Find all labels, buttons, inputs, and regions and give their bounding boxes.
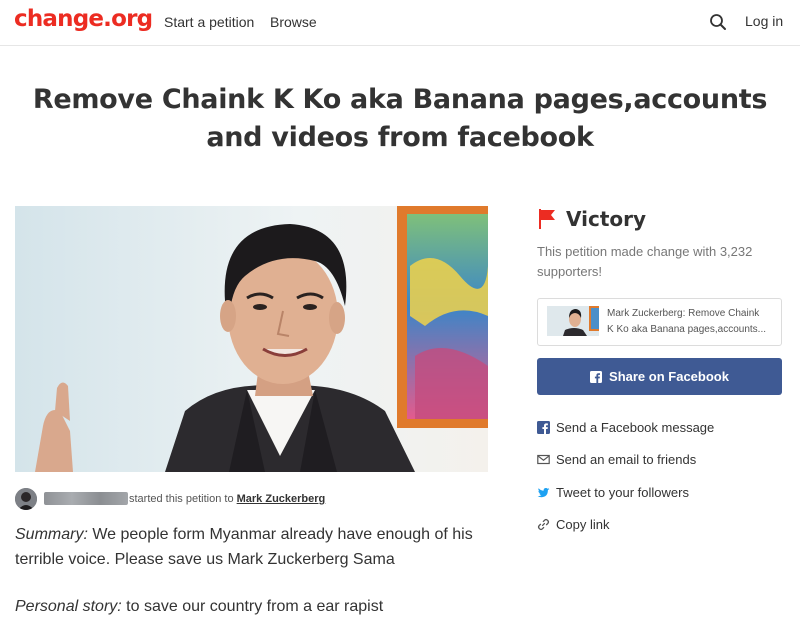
petition-preview-line2: K Ko aka Banana pages,accounts... — [607, 324, 766, 335]
twitter-icon — [537, 488, 550, 498]
top-header: change.org Start a petition Browse Log i… — [0, 0, 800, 46]
copy-link[interactable]: Copy link — [537, 517, 609, 532]
author-line-text: started this petition to — [129, 493, 234, 505]
petition-preview-text: Mark Zuckerberg: Remove Chaink K Ko aka … — [607, 306, 777, 338]
link-icon — [537, 518, 550, 531]
petition-personal-story: Personal story: to save our country from… — [15, 596, 495, 618]
story-label: Personal story: — [15, 598, 122, 615]
author-line: started this petition to Mark Zuckerberg — [129, 493, 325, 505]
petition-title: Remove Chaink K Ko aka Banana pages,acco… — [32, 84, 768, 153]
petition-preview-thumbnail — [547, 306, 599, 336]
envelope-icon — [537, 454, 550, 465]
send-email-label: Send an email to friends — [556, 452, 697, 467]
petition-photo — [15, 206, 488, 472]
facebook-icon — [537, 421, 550, 434]
petition-photo-illustration — [15, 206, 488, 472]
login-link[interactable]: Log in — [745, 13, 783, 29]
petition-target-link[interactable]: Mark Zuckerberg — [237, 493, 326, 505]
tweet-link[interactable]: Tweet to your followers — [537, 485, 689, 500]
summary-label: Summary: — [15, 526, 88, 543]
search-icon[interactable] — [709, 13, 727, 31]
victory-flag-icon — [539, 209, 555, 229]
author-name-redacted — [44, 492, 128, 505]
facebook-icon — [590, 370, 603, 383]
send-facebook-message-label: Send a Facebook message — [556, 420, 715, 435]
author-avatar[interactable] — [15, 488, 37, 510]
petition-summary: Summary: We people form Myanmar already … — [15, 522, 495, 572]
victory-heading: Victory — [566, 207, 647, 231]
share-on-facebook-button[interactable]: Share on Facebook — [537, 358, 782, 395]
nav-start-petition[interactable]: Start a petition — [164, 14, 254, 30]
tweet-label: Tweet to your followers — [556, 485, 689, 500]
petition-preview-line1: Mark Zuckerberg: Remove Chaink — [607, 308, 760, 319]
nav-browse[interactable]: Browse — [270, 14, 317, 30]
send-email-link[interactable]: Send an email to friends — [537, 452, 696, 467]
change-org-logo[interactable]: change.org — [14, 6, 153, 32]
copy-link-label: Copy link — [556, 517, 610, 532]
send-facebook-message-link[interactable]: Send a Facebook message — [537, 420, 714, 435]
petition-preview-card[interactable]: Mark Zuckerberg: Remove Chaink K Ko aka … — [537, 298, 782, 346]
author-avatar-image — [15, 488, 37, 510]
petition-preview-thumbnail-image — [547, 306, 599, 336]
victory-description: This petition made change with 3,232 sup… — [537, 244, 753, 279]
share-on-facebook-label: Share on Facebook — [609, 369, 729, 384]
story-text: to save our country from a ear rapist — [121, 598, 384, 615]
